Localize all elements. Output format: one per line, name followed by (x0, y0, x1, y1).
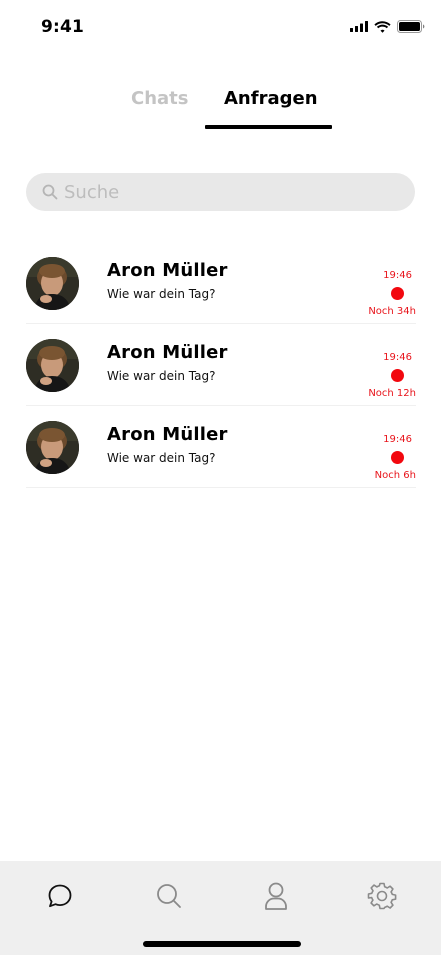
nav-profile-button[interactable] (260, 880, 292, 912)
chat-list-item[interactable]: Aron Müller Wie war dein Tag? 19:46 Noch… (0, 406, 441, 488)
message-preview: Wie war dein Tag? (107, 451, 216, 465)
user-icon (265, 882, 287, 910)
gear-icon (367, 882, 397, 910)
signal-icon (350, 21, 368, 32)
avatar (26, 257, 79, 310)
search-icon (157, 884, 181, 908)
contact-name: Aron Müller (107, 342, 228, 363)
unread-indicator (391, 287, 404, 300)
message-preview: Wie war dein Tag? (107, 369, 216, 383)
nav-search-button[interactable] (153, 880, 185, 912)
chat-list-item[interactable]: Aron Müller Wie war dein Tag? 19:46 Noch… (0, 324, 441, 406)
battery-icon (397, 20, 425, 33)
tab-bar: Chats Anfragen (0, 88, 441, 130)
bottom-nav (0, 861, 441, 955)
search-icon (42, 184, 58, 200)
search-input[interactable] (64, 181, 384, 203)
message-time: 19:46 (383, 352, 412, 363)
chat-list-item[interactable]: Aron Müller Wie war dein Tag? 19:46 Noch… (0, 242, 441, 324)
nav-chats-button[interactable] (44, 880, 76, 912)
nav-settings-button[interactable] (366, 880, 398, 912)
active-tab-indicator (205, 125, 332, 129)
unread-indicator (391, 369, 404, 382)
search-bar[interactable] (26, 173, 415, 211)
home-indicator (143, 941, 301, 947)
expiry-label: Noch 34h (368, 306, 416, 317)
expiry-label: Noch 6h (374, 470, 416, 481)
chat-bubble-icon (48, 884, 72, 908)
tab-chats[interactable]: Chats (131, 88, 189, 130)
status-time: 9:41 (41, 17, 85, 37)
status-icons (350, 20, 425, 33)
wifi-icon (374, 20, 391, 33)
divider (26, 487, 416, 488)
unread-indicator (391, 451, 404, 464)
expiry-label: Noch 12h (368, 388, 416, 399)
message-preview: Wie war dein Tag? (107, 287, 216, 301)
status-bar: 9:41 (0, 0, 441, 56)
message-time: 19:46 (383, 270, 412, 281)
avatar (26, 339, 79, 392)
chat-list: Aron Müller Wie war dein Tag? 19:46 Noch… (0, 242, 441, 488)
message-time: 19:46 (383, 434, 412, 445)
contact-name: Aron Müller (107, 424, 228, 445)
avatar (26, 421, 79, 474)
tab-requests[interactable]: Anfragen (224, 88, 318, 130)
contact-name: Aron Müller (107, 260, 228, 281)
